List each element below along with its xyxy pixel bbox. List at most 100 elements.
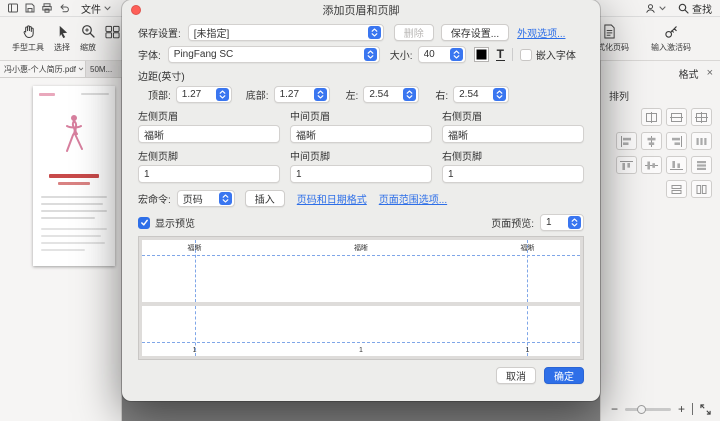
dialog-title-bar: 添加页眉和页脚 bbox=[122, 0, 600, 20]
footer-left-input[interactable]: 1 bbox=[138, 165, 280, 183]
thumb-text-line bbox=[41, 228, 107, 230]
page-preview-value: 1 bbox=[546, 217, 564, 228]
align-right-button[interactable] bbox=[666, 132, 687, 150]
center-vertical-button[interactable] bbox=[666, 108, 687, 126]
zoom-slider-knob[interactable] bbox=[637, 405, 646, 414]
document-tab-2[interactable]: 50M... bbox=[86, 61, 116, 77]
fit-page-button[interactable] bbox=[700, 404, 711, 415]
document-tab[interactable]: 冯小惠-个人简历.pdf bbox=[0, 61, 86, 77]
cursor-icon bbox=[56, 24, 69, 39]
number-date-format-link[interactable]: 页码和日期格式 bbox=[297, 191, 367, 206]
thumb-text-line bbox=[41, 242, 105, 244]
equal-height-button[interactable] bbox=[691, 180, 712, 198]
print-icon[interactable] bbox=[42, 3, 52, 13]
key-icon bbox=[664, 24, 679, 39]
preview-page-top: 福晰 福晰 福晰 bbox=[142, 240, 580, 302]
tab-bar: 冯小惠-个人简历.pdf 50M... bbox=[0, 61, 122, 78]
find-label: 查找 bbox=[692, 1, 712, 16]
document-tab-2-label: 50M... bbox=[90, 65, 112, 74]
page-preview: 福晰 福晰 福晰 1 1 1 bbox=[138, 236, 584, 360]
menu-file[interactable]: 文件 bbox=[81, 1, 111, 16]
font-value: PingFang SC bbox=[174, 49, 360, 60]
hand-tool-label: 手型工具 bbox=[12, 42, 44, 53]
zoom-icon bbox=[81, 24, 96, 39]
save-settings-select[interactable]: [未指定] bbox=[188, 24, 384, 41]
underline-toggle[interactable]: T bbox=[496, 48, 505, 61]
align-center-button[interactable] bbox=[641, 132, 662, 150]
close-panel-button[interactable]: × bbox=[707, 68, 713, 79]
show-preview-checkbox[interactable] bbox=[138, 217, 150, 229]
align-middle-button[interactable] bbox=[641, 156, 662, 174]
macro-select[interactable]: 页码 bbox=[177, 190, 235, 207]
margin-top-field[interactable]: 1.27 bbox=[176, 86, 232, 103]
zoom-slider[interactable] bbox=[625, 408, 671, 411]
margin-bottom-field[interactable]: 1.27 bbox=[274, 86, 330, 103]
hand-tool-button[interactable]: 手型工具 bbox=[7, 22, 49, 55]
header-right-value: 福晰 bbox=[448, 127, 468, 142]
thumb-text-line bbox=[41, 249, 85, 251]
save-settings-button[interactable]: 保存设置... bbox=[441, 24, 509, 41]
undo-icon[interactable] bbox=[59, 3, 69, 13]
account-menu[interactable] bbox=[645, 3, 666, 14]
center-both-button[interactable] bbox=[691, 108, 712, 126]
header-right-input[interactable]: 福晰 bbox=[442, 125, 584, 143]
divider bbox=[512, 48, 513, 61]
align-left-button[interactable] bbox=[616, 132, 637, 150]
resume-figure bbox=[61, 112, 87, 164]
embed-font-checkbox[interactable] bbox=[520, 49, 532, 61]
page-thumbnail[interactable] bbox=[33, 86, 115, 266]
distribute-horizontal-button[interactable] bbox=[691, 132, 712, 150]
footer-right-input[interactable]: 1 bbox=[442, 165, 584, 183]
thumb-text-line bbox=[41, 217, 95, 219]
distribute-vertical-button[interactable] bbox=[691, 156, 712, 174]
dropdown-stepper-icon bbox=[219, 192, 232, 205]
margin-left-field[interactable]: 2.54 bbox=[363, 86, 419, 103]
select-tool-button[interactable]: 选择 bbox=[49, 22, 75, 55]
page-range-options-link[interactable]: 页面范围选项... bbox=[379, 191, 447, 206]
insert-button[interactable]: 插入 bbox=[245, 190, 285, 207]
align-top-button[interactable] bbox=[616, 156, 637, 174]
macro-value: 页码 bbox=[183, 191, 215, 206]
cancel-button[interactable]: 取消 bbox=[496, 367, 536, 384]
center-horizontal-button[interactable] bbox=[641, 108, 662, 126]
thumb-text-line bbox=[41, 235, 101, 237]
zoom-in-button[interactable]: + bbox=[678, 402, 685, 416]
zoom-tool-button[interactable]: 缩放 bbox=[75, 22, 101, 55]
font-select[interactable]: PingFang SC bbox=[168, 46, 380, 63]
page-center-row bbox=[601, 105, 720, 129]
view-mode-button[interactable] bbox=[101, 23, 124, 41]
margin-top-value: 1.27 bbox=[182, 89, 212, 100]
account-icon bbox=[645, 3, 656, 14]
activation-code-button[interactable]: 输入激活码 bbox=[646, 22, 696, 55]
panel-toggle-icon[interactable] bbox=[8, 3, 18, 13]
page-preview-stepper[interactable]: 1 bbox=[540, 214, 584, 231]
appearance-options-link[interactable]: 外观选项... bbox=[517, 25, 565, 40]
embed-font-label: 嵌入字体 bbox=[536, 47, 576, 62]
margin-right-field[interactable]: 2.54 bbox=[453, 86, 509, 103]
header-center-input[interactable]: 福晰 bbox=[290, 125, 432, 143]
format-panel: 格式 × 排列 bbox=[600, 61, 720, 421]
footer-left-value: 1 bbox=[144, 169, 150, 180]
font-color-swatch[interactable] bbox=[474, 47, 489, 62]
format-panel-title: 格式 bbox=[679, 66, 699, 81]
preview-header-right: 福晰 bbox=[520, 243, 534, 253]
delete-button[interactable]: 删除 bbox=[394, 24, 434, 41]
thumb-title-red bbox=[49, 174, 99, 178]
footer-center-input[interactable]: 1 bbox=[290, 165, 432, 183]
margin-bottom-value: 1.27 bbox=[280, 89, 310, 100]
show-preview-label: 显示预览 bbox=[155, 215, 195, 230]
search-icon bbox=[678, 3, 689, 14]
close-window-button[interactable] bbox=[131, 5, 141, 15]
document-tab-label: 冯小惠-个人简历.pdf bbox=[4, 64, 76, 75]
align-bottom-button[interactable] bbox=[666, 156, 687, 174]
ok-button[interactable]: 确定 bbox=[544, 367, 584, 384]
size-select[interactable]: 40 bbox=[418, 46, 466, 63]
equal-width-button[interactable] bbox=[666, 180, 687, 198]
thumb-subtitle-red bbox=[58, 182, 90, 185]
arrange-section-title: 排列 bbox=[601, 84, 720, 105]
header-right-label: 右侧页眉 bbox=[442, 108, 584, 123]
header-left-input[interactable]: 福晰 bbox=[138, 125, 280, 143]
save-icon[interactable] bbox=[25, 3, 35, 13]
find-button[interactable]: 查找 bbox=[678, 1, 712, 16]
zoom-out-button[interactable]: − bbox=[611, 402, 618, 416]
